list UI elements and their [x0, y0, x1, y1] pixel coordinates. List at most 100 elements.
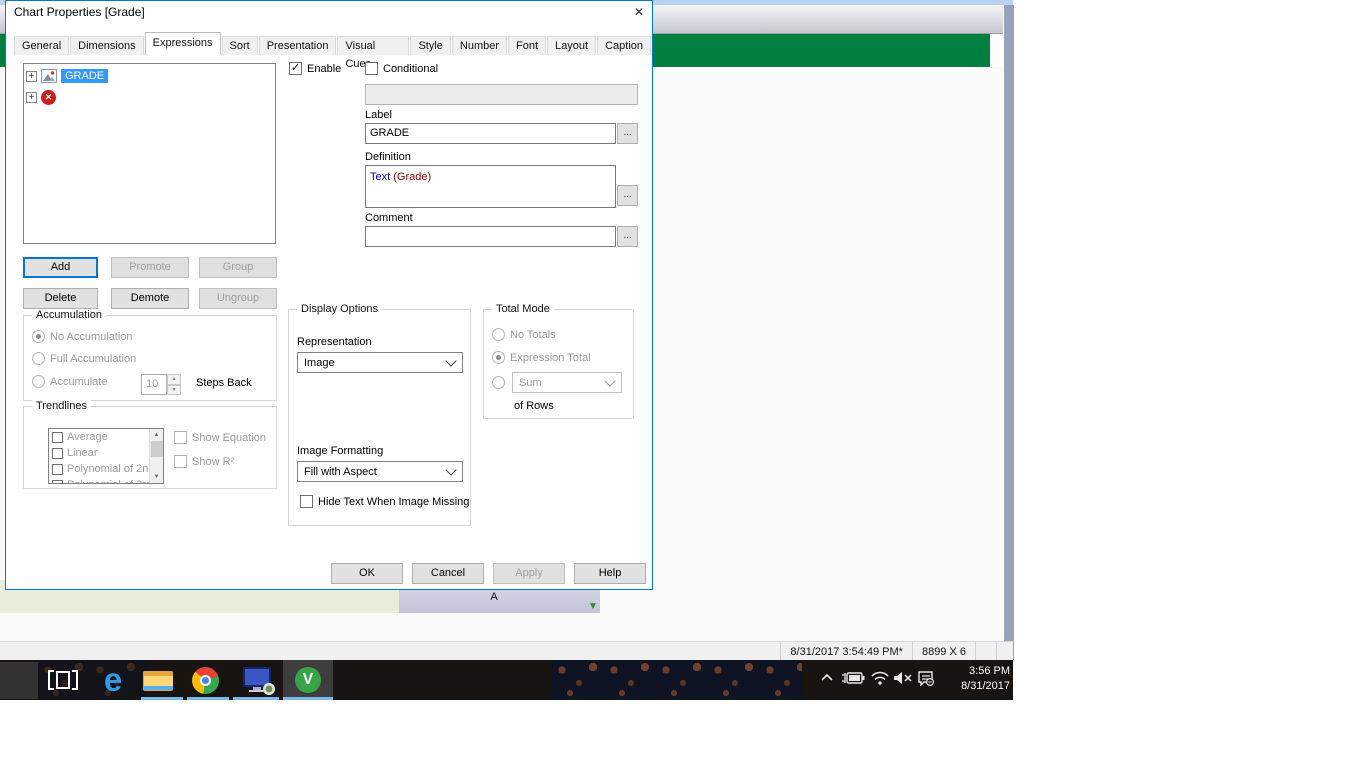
chrome-center-dot [202, 677, 209, 684]
tree-node-grade[interactable]: + GRADE [26, 67, 273, 85]
comment-ellipsis-button[interactable]: ... [617, 226, 638, 247]
tab-dimensions[interactable]: Dimensions [70, 36, 144, 55]
trendline-item[interactable]: Average [49, 429, 163, 445]
no-accumulation-radio[interactable]: No Accumulation [32, 330, 133, 343]
tab-general[interactable]: General [14, 36, 70, 55]
task-view-bracket [48, 670, 54, 690]
trendlines-listbox[interactable]: Average Linear Polynomial of 2nd d Polyn… [48, 428, 164, 484]
checkbox-box[interactable] [52, 447, 63, 459]
definition-caption: Definition [365, 151, 411, 163]
sum-of-rows-radio[interactable] [492, 376, 505, 389]
sort-indicator-icon[interactable]: ▼ [588, 601, 598, 612]
of-rows-label: of Rows [514, 400, 554, 412]
cancel-button[interactable]: Cancel [412, 563, 484, 584]
ok-button[interactable]: OK [331, 563, 403, 584]
trendline-label: Linear [67, 447, 98, 459]
demote-button[interactable]: Demote [111, 288, 189, 309]
sum-dropdown[interactable]: Sum [512, 372, 622, 393]
checkbox-box [300, 495, 313, 508]
steps-back-value[interactable]: 10 [141, 374, 167, 395]
image-formatting-dropdown[interactable]: Fill with Aspect [297, 461, 463, 482]
tree-node-label[interactable]: GRADE [61, 69, 109, 83]
image-icon [41, 69, 57, 83]
definition-args-text: (Grade) [393, 171, 432, 183]
tab-number[interactable]: Number [451, 36, 508, 55]
trendline-label: Average [67, 431, 108, 443]
show-r2-checkbox[interactable]: Show R² [174, 455, 234, 468]
definition-field[interactable]: Text (Grade) [365, 165, 616, 208]
conditional-checkbox[interactable]: Conditional [365, 62, 438, 75]
conditional-expression-field [365, 84, 638, 105]
trendline-item[interactable]: Polynomial of 3rd d [49, 477, 163, 483]
expand-icon[interactable]: + [26, 91, 37, 103]
stepper-up-icon[interactable]: ▲ [167, 374, 181, 385]
tab-presentation[interactable]: Presentation [258, 36, 337, 55]
listbox-scrollbar[interactable]: ▲ ▼ [149, 429, 163, 483]
label-ellipsis-button[interactable]: ... [617, 123, 638, 144]
no-totals-radio[interactable]: No Totals [492, 328, 556, 341]
tab-caption[interactable]: Caption [597, 36, 651, 55]
checkbox-box[interactable] [52, 463, 63, 475]
label-caption: Label [365, 109, 392, 121]
tab-layout[interactable]: Layout [547, 36, 597, 55]
tree-node-error[interactable]: + ✕ [26, 88, 273, 106]
action-center-icon[interactable] [917, 670, 935, 686]
wifi-icon[interactable] [870, 670, 890, 685]
ungroup-button[interactable]: Ungroup [199, 288, 277, 309]
tab-strip: General Dimensions Expressions Sort Pres… [14, 32, 652, 70]
tab-font[interactable]: Font [508, 36, 547, 55]
show-equation-checkbox[interactable]: Show Equation [174, 431, 266, 444]
enable-checkbox[interactable]: ✓ Enable [289, 62, 341, 75]
dialog-title: Chart Properties [Grade] [14, 5, 145, 19]
definition-ellipsis-button[interactable]: ... [617, 185, 638, 206]
help-button[interactable]: Help [574, 563, 646, 584]
full-accumulation-radio[interactable]: Full Accumulation [32, 352, 136, 365]
close-icon[interactable]: ✕ [630, 3, 648, 21]
tab-visual-cues[interactable]: Visual Cues [337, 36, 410, 70]
tab-style[interactable]: Style [410, 36, 451, 55]
taskbar-clock[interactable]: 3:56 PM 8/31/2017 [938, 664, 1010, 694]
edge-icon[interactable]: e [96, 662, 130, 698]
expression-total-radio[interactable]: Expression Total [492, 351, 591, 364]
promote-button[interactable]: Promote [111, 257, 189, 278]
start-button[interactable] [0, 662, 38, 699]
checkbox-box[interactable] [52, 479, 63, 483]
enable-label: Enable [307, 62, 342, 75]
checkbox-box[interactable] [52, 431, 63, 443]
steps-back-stepper[interactable]: 10 ▲ ▼ [141, 374, 181, 395]
group-button[interactable]: Group [199, 257, 277, 278]
representation-value: Image [304, 356, 335, 369]
volume-muted-icon[interactable] [893, 671, 913, 685]
file-explorer-icon[interactable] [142, 668, 176, 694]
scrollbar-thumb[interactable] [150, 441, 163, 457]
stepper-down-icon[interactable]: ▼ [167, 384, 181, 395]
representation-dropdown[interactable]: Image [297, 352, 463, 373]
tray-chevron-up-icon[interactable] [820, 673, 834, 682]
task-view-icon[interactable] [48, 668, 78, 692]
trendline-item[interactable]: Polynomial of 2nd d [49, 461, 163, 477]
label-field[interactable]: GRADE [365, 123, 616, 144]
accumulate-radio[interactable]: Accumulate [32, 375, 107, 388]
battery-icon[interactable] [841, 671, 865, 685]
delete-button[interactable]: Delete [23, 288, 98, 309]
chrome-icon[interactable] [192, 667, 219, 694]
expand-icon[interactable]: + [26, 70, 37, 82]
checkbox-box [174, 431, 187, 444]
tab-expressions[interactable]: Expressions [144, 32, 221, 55]
qlikview-icon[interactable]: V [295, 667, 321, 693]
add-button[interactable]: Add [23, 257, 98, 278]
trendlines-groupbox: Trendlines Average Linear Polynomial of … [23, 400, 277, 489]
trendline-item[interactable]: Linear [49, 445, 163, 461]
no-accumulation-label: No Accumulation [50, 330, 133, 343]
hide-text-checkbox[interactable]: Hide Text When Image Missing [300, 495, 469, 508]
tab-sort[interactable]: Sort [221, 36, 258, 55]
monitor-app-icon[interactable] [240, 666, 278, 696]
scroll-up-icon[interactable]: ▲ [154, 429, 160, 441]
task-view-square [55, 671, 71, 689]
apply-button[interactable]: Apply [493, 563, 565, 584]
expression-tree[interactable]: + GRADE + ✕ [23, 63, 276, 244]
comment-field[interactable] [365, 226, 616, 247]
show-r2-label: Show R² [192, 455, 235, 468]
scroll-down-icon[interactable]: ▼ [154, 471, 160, 483]
clock-time: 3:56 PM [969, 665, 1010, 677]
